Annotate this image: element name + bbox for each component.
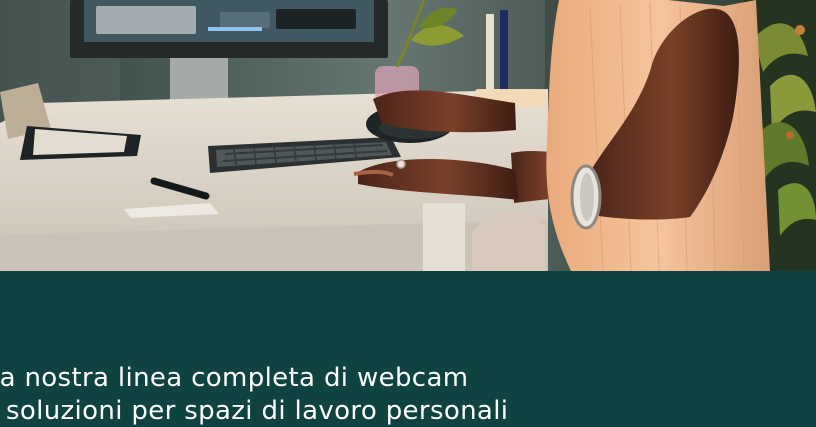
promo-copy-section: la nostra linea completa di webcam soluz…: [0, 271, 816, 427]
workspace-hero-photo: [0, 0, 816, 271]
promo-description: la nostra linea completa di webcam soluz…: [0, 362, 816, 427]
promo-line-2: soluzioni per spazi di lavoro personali: [6, 396, 509, 426]
promo-banner: la nostra linea completa di webcam soluz…: [0, 0, 816, 427]
promo-line-1: la nostra linea completa di webcam: [0, 363, 469, 393]
bracelet-icon: [570, 164, 602, 230]
